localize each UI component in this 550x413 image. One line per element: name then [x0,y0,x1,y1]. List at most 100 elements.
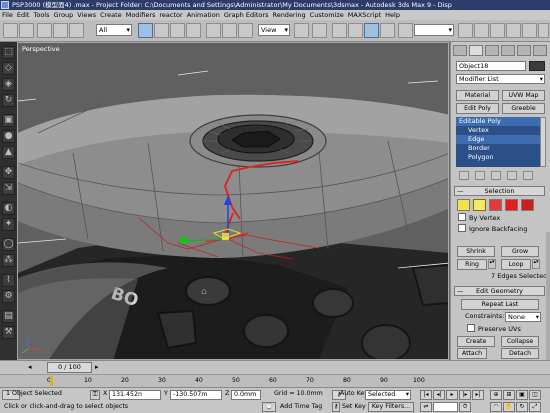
scale-icon[interactable]: ⇲ [2,182,15,195]
go-to-end-icon[interactable]: ▸| [472,390,484,400]
cone-icon[interactable]: ▲ [2,146,15,159]
select-move-icon[interactable] [206,23,221,38]
stack-item-editable-poly[interactable]: Editable Poly [456,117,540,126]
motion-tab-icon[interactable] [501,45,515,56]
graphite-icon[interactable]: ◇ [2,62,15,75]
material-button[interactable]: Material [456,90,499,101]
render-icon[interactable] [538,23,549,38]
menu-edit[interactable]: Edit [15,10,32,20]
border-mode-icon[interactable] [489,199,502,211]
previous-frame-icon[interactable]: ◂ [28,363,32,371]
menu-create[interactable]: Create [98,10,124,20]
stack-scrollbar[interactable] [540,117,546,167]
preserve-uvs-checkbox[interactable]: Preserve UVs [467,324,521,334]
camera-icon[interactable]: ◐ [2,202,15,215]
ref-coord-dropdown[interactable]: View [258,24,290,36]
pan-icon[interactable]: ✋ [503,402,515,412]
zoom-extents-icon[interactable]: ▣ [516,390,528,400]
object-color-swatch[interactable] [529,61,545,71]
track-bar[interactable]: 0 10 20 30 40 50 60 70 80 90 100 [0,374,550,387]
time-config-icon[interactable]: ⏱ [459,402,471,412]
stack-item-vertex[interactable]: Vertex [456,126,540,135]
greeble-button[interactable]: Greeble [502,103,545,114]
selection-filter-dropdown[interactable]: All [96,24,132,36]
light-icon[interactable]: ✦ [2,218,15,231]
menu-animation[interactable]: Animation [185,10,222,20]
shapes-icon[interactable]: ◯ [2,238,15,251]
stack-item-edge[interactable]: Edge [456,135,540,144]
select-scale-icon[interactable] [238,23,253,38]
zoom-extents-all-icon[interactable]: ◫ [529,390,541,400]
select-rotate-icon[interactable] [222,23,237,38]
grow-button[interactable]: Grow [501,246,539,257]
maximize-viewport-icon[interactable]: ⤢ [529,402,541,412]
x-coordinate-field[interactable]: 131.452n [109,390,161,400]
stack-item-polygon[interactable]: Polygon [456,153,540,162]
menu-modifiers[interactable]: Modifiers [124,10,158,20]
menu-file[interactable]: File [0,10,15,20]
bind-space-warp-icon[interactable] [69,23,84,38]
viewport-label[interactable]: Perspective [22,45,60,53]
undo-icon[interactable] [3,23,18,38]
display-icon[interactable]: ▤ [2,310,15,323]
loop-spinner[interactable]: ▴▾ [532,259,540,269]
material-editor-icon[interactable] [522,23,537,38]
align-icon[interactable] [474,23,489,38]
named-selection-dropdown[interactable] [414,24,454,36]
ring-spinner[interactable]: ▴▾ [488,259,496,269]
attach-button[interactable]: Attach [457,348,487,359]
current-frame-field[interactable] [433,402,458,412]
modifier-icon[interactable]: ⚙ [2,290,15,303]
next-key-icon[interactable]: |▸ [459,390,471,400]
collapse-button[interactable]: Collapse [501,336,539,347]
ring-button[interactable]: Ring [457,259,487,270]
edit-geometry-rollout[interactable]: Edit Geometry [454,286,545,296]
hierarchy-tab-icon[interactable] [485,45,499,56]
element-mode-icon[interactable] [521,199,534,211]
selection-region-icon[interactable] [170,23,185,38]
select-object-icon[interactable] [138,23,153,38]
modify-tab-icon[interactable] [469,45,483,56]
move-icon[interactable]: ✥ [2,166,15,179]
set-key-button[interactable]: Set Key [342,402,366,411]
menu-tools[interactable]: Tools [31,10,51,20]
zoom-icon[interactable]: ⊕ [490,390,502,400]
edge-mode-icon[interactable] [473,199,486,211]
perspective-viewport[interactable]: BO ⌂ Perspective [17,42,449,360]
percent-snap-icon[interactable] [364,23,379,38]
object-name-field[interactable]: Object18 [456,61,526,71]
key-mode-toggle-icon[interactable]: ⇌ [420,402,432,412]
layer-manager-icon[interactable] [490,23,505,38]
bone-icon[interactable]: ⌇ [2,274,15,287]
sphere-icon[interactable]: ● [2,130,15,143]
cube-icon[interactable]: ▣ [2,114,15,127]
configure-sets-icon[interactable] [523,171,533,180]
utility-icon[interactable]: ⚒ [2,326,15,339]
menu-maxscript[interactable]: MAXScript [346,10,383,20]
modifier-list-dropdown[interactable]: Modifier List [456,74,545,84]
helper-icon[interactable]: ◈ [2,78,15,91]
uvw-map-button[interactable]: UVW Map [502,90,545,101]
make-unique-icon[interactable] [491,171,501,180]
pivot-center-icon[interactable] [294,23,309,38]
previous-key-icon[interactable]: ◂| [433,390,445,400]
redo-icon[interactable] [19,23,34,38]
next-frame-icon[interactable]: ▸ [95,363,99,371]
spinner-snap-icon[interactable] [380,23,395,38]
select-by-name-icon[interactable] [154,23,169,38]
go-to-start-icon[interactable]: |◂ [420,390,432,400]
loop-button[interactable]: Loop [501,259,531,270]
vertex-mode-icon[interactable] [457,199,470,211]
command-panel-scrollbar[interactable] [546,232,550,360]
add-time-tag[interactable]: Add Time Tag [280,402,322,411]
shrink-button[interactable]: Shrink [457,246,495,257]
particles-icon[interactable]: ⁂ [2,254,15,267]
time-slider[interactable]: 0 / 100 [47,362,92,373]
window-crossing-icon[interactable] [186,23,201,38]
y-coordinate-field[interactable]: -130.507m [170,390,222,400]
pin-stack-icon[interactable] [459,171,469,180]
unlink-icon[interactable] [53,23,68,38]
rotate-icon[interactable]: ↻ [2,94,15,107]
angle-snap-icon[interactable] [348,23,363,38]
repeat-last-button[interactable]: Repeat Last [461,299,539,310]
